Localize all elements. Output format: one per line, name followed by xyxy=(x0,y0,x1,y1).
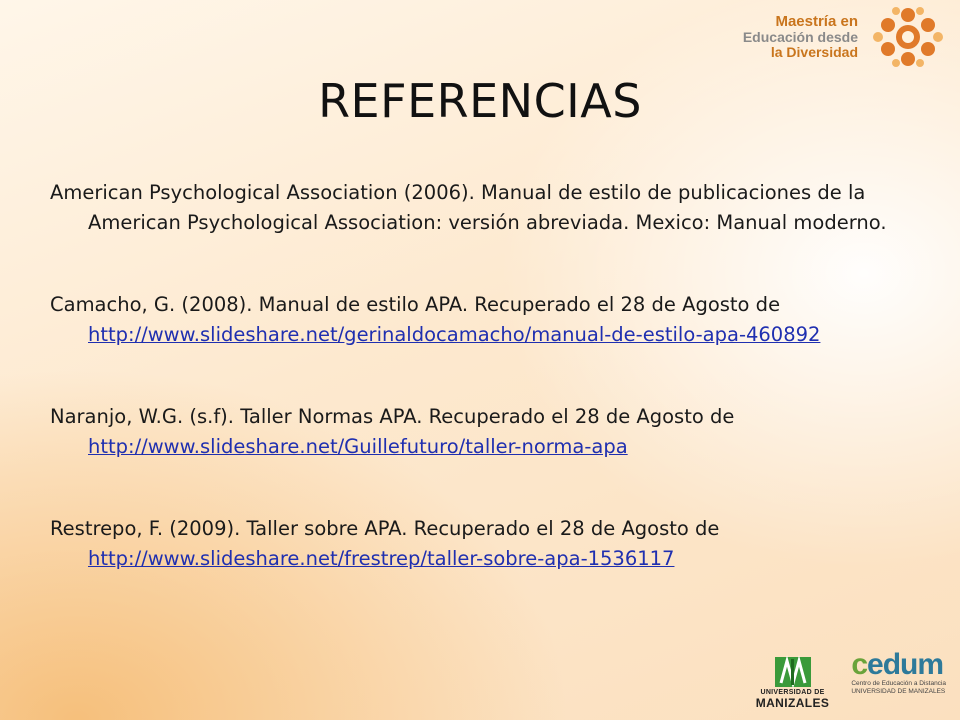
cedum-subtitle-line2: UNIVERSIDAD DE MANIZALES xyxy=(851,688,946,695)
footer-logos: UNIVERSIDAD DE MANIZALES cedum Centro de… xyxy=(756,650,946,711)
program-brand: Maestría en Educación desde la Diversida… xyxy=(743,6,952,68)
reference-item: American Psychological Association (2006… xyxy=(50,178,930,238)
university-name-line1: UNIVERSIDAD DE xyxy=(760,689,825,696)
university-logo: UNIVERSIDAD DE MANIZALES xyxy=(756,655,830,710)
program-name-line2: Educación desde xyxy=(742,29,858,46)
reference-item: Naranjo, W.G. (s.f). Taller Normas APA. … xyxy=(50,402,930,462)
cedum-prefix: c xyxy=(851,648,868,681)
reference-link[interactable]: http://www.slideshare.net/frestrep/talle… xyxy=(88,547,674,570)
university-mark-icon xyxy=(774,655,811,689)
program-name: Maestría en Educación desde la Diversida… xyxy=(743,14,858,59)
reference-link[interactable]: http://www.slideshare.net/gerinaldocamac… xyxy=(88,323,820,346)
reference-text: Naranjo, W.G. (s.f). Taller Normas APA. … xyxy=(50,405,735,428)
reference-link[interactable]: http://www.slideshare.net/Guillefuturo/t… xyxy=(88,435,628,458)
reference-list: American Psychological Association (2006… xyxy=(50,178,930,574)
reference-text: American Psychological Association (2006… xyxy=(50,181,887,234)
university-name-line2: MANIZALES xyxy=(755,696,830,710)
reference-text: Restrepo, F. (2009). Taller sobre APA. R… xyxy=(50,517,720,540)
cedum-subtitle-line1: Centro de Educación a Distancia xyxy=(851,680,946,687)
reference-item: Restrepo, F. (2009). Taller sobre APA. R… xyxy=(50,514,930,574)
program-name-line1: Maestría en xyxy=(775,13,858,31)
diversity-emblem-icon xyxy=(873,7,943,67)
program-name-line3: la Diversidad xyxy=(770,43,858,60)
reference-text: Camacho, G. (2008). Manual de estilo APA… xyxy=(50,293,781,316)
cedum-logo: cedum Centro de Educación a Distancia UN… xyxy=(851,650,946,710)
reference-item: Camacho, G. (2008). Manual de estilo APA… xyxy=(50,290,930,350)
slide-title: REFERENCIAS xyxy=(318,74,642,128)
cedum-word: edum xyxy=(867,648,944,681)
cedum-wordmark: cedum xyxy=(851,648,944,681)
